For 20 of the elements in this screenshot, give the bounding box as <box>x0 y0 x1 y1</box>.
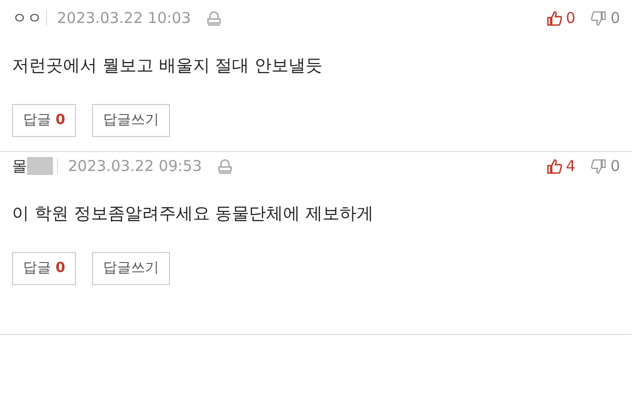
like-button[interactable]: 4 <box>546 154 576 178</box>
comment-date: 2023.03.22 10:03 <box>57 8 191 29</box>
dislike-button[interactable]: 0 <box>591 154 620 178</box>
author-name: 몰 <box>12 156 27 177</box>
lock-icon <box>218 158 232 174</box>
comment-date: 2023.03.22 09:53 <box>68 156 202 177</box>
lock-icon <box>206 10 221 26</box>
dislike-button[interactable]: 0 <box>591 6 620 30</box>
reply-count-button[interactable]: 답글 0 <box>12 252 76 284</box>
comment-text: 저런곳에서 뭘보고 배울지 절대 안보낼듯 <box>12 55 324 78</box>
comment-text: 이 학원 정보좀알려주세요 동물단체에 제보하게 <box>12 203 375 226</box>
author-name: ㅇㅇ <box>12 8 42 29</box>
thumbs-up-icon <box>546 10 562 26</box>
write-reply-button[interactable]: 답글쓰기 <box>92 104 170 136</box>
thumbs-up-icon <box>546 158 562 174</box>
like-button[interactable]: 0 <box>546 6 576 30</box>
thumbs-down-icon <box>591 10 606 26</box>
thumbs-down-icon <box>591 158 606 174</box>
reply-count-button[interactable]: 답글 0 <box>12 104 76 136</box>
write-reply-button[interactable]: 답글쓰기 <box>92 252 170 284</box>
